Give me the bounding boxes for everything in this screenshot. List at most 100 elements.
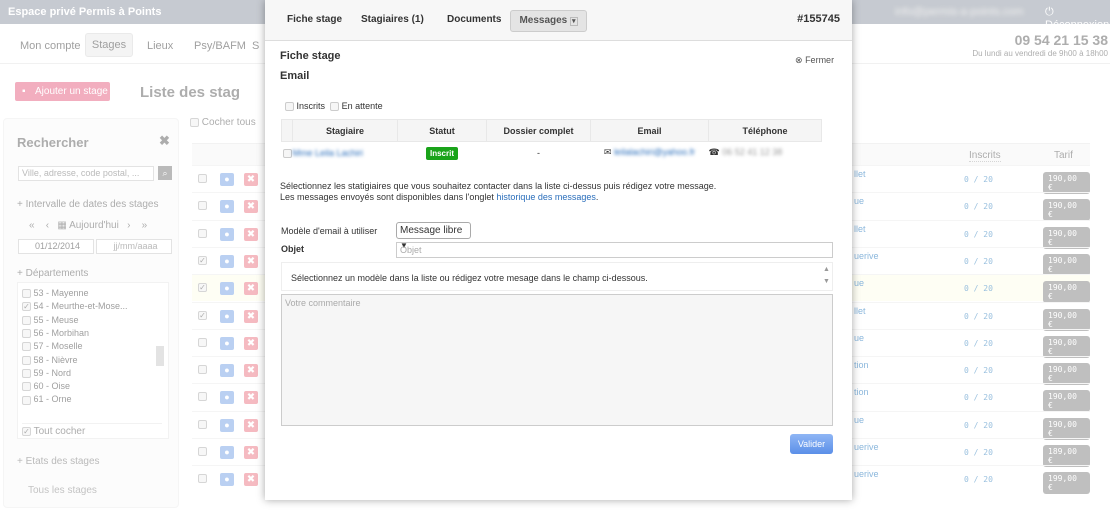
trainee-name[interactable]: Mme Leila Lachiri <box>293 148 364 158</box>
states-section-toggle[interactable]: + Etats des stages <box>17 456 100 467</box>
filter-en-attente[interactable]: En attente <box>330 101 383 112</box>
delete-icon[interactable]: ✖ <box>244 418 258 432</box>
delete-icon[interactable]: ✖ <box>244 254 258 268</box>
department-checkbox[interactable]: ✓ <box>22 302 31 312</box>
row-checkbox[interactable] <box>198 447 207 456</box>
template-select[interactable]: Message libre ▼ <box>396 222 471 250</box>
row-checkbox[interactable] <box>198 365 207 375</box>
lieu-link[interactable]: ue <box>854 278 864 288</box>
date-section-toggle[interactable]: + Intervalle de dates des stages <box>17 199 159 210</box>
department-item[interactable]: 55 - Meuse <box>22 315 79 325</box>
filter-inscrits[interactable]: Inscrits <box>285 101 325 112</box>
row-checkbox[interactable]: ✓ <box>198 310 207 320</box>
delete-icon[interactable]: ✖ <box>244 364 258 378</box>
lieu-link[interactable]: uerive <box>854 251 879 261</box>
row-checkbox[interactable] <box>198 419 207 429</box>
search-input[interactable]: Ville, adresse, code postal, ... <box>18 166 154 181</box>
row-checkbox[interactable] <box>198 228 207 238</box>
delete-icon[interactable]: ✖ <box>244 473 258 487</box>
check-all-stages[interactable]: Cocher tous <box>190 117 256 128</box>
add-stage-button[interactable]: ▪ Ajouter un stage <box>15 82 110 101</box>
user-icon[interactable]: ● <box>220 418 234 432</box>
delete-icon[interactable]: ✖ <box>244 173 258 186</box>
nav-mon-compte[interactable]: Mon compte <box>20 40 81 52</box>
delete-icon[interactable]: ✖ <box>244 227 258 241</box>
user-icon[interactable]: ● <box>220 336 234 350</box>
delete-icon[interactable]: ✖ <box>244 446 258 459</box>
delete-icon[interactable]: ✖ <box>244 200 258 214</box>
department-item[interactable]: 58 - Nièvre <box>22 355 78 365</box>
user-icon[interactable]: ● <box>220 391 234 405</box>
delete-icon[interactable]: ✖ <box>244 391 258 405</box>
row-checkbox[interactable] <box>198 201 207 211</box>
user-icon[interactable]: ● <box>220 446 234 459</box>
tab-messages[interactable]: Messages ▾ <box>510 10 587 32</box>
department-checkbox[interactable] <box>22 395 31 405</box>
trainee-email[interactable]: leilalachiri@yahoo.fr <box>614 147 695 157</box>
row-checkbox[interactable]: ✓ <box>198 255 207 265</box>
department-item[interactable]: 56 - Morbihan <box>22 328 89 339</box>
user-icon[interactable]: ● <box>220 309 234 323</box>
scrollbar-thumb[interactable] <box>156 346 164 366</box>
lieu-link[interactable]: llet <box>854 169 866 179</box>
nav-psy-bafm[interactable]: Psy/BAFM <box>194 40 246 52</box>
lieu-link[interactable]: llet <box>854 224 866 234</box>
lieu-link[interactable]: uerive <box>854 469 879 479</box>
lieu-link[interactable]: ue <box>854 415 864 425</box>
user-icon[interactable]: ● <box>220 227 234 241</box>
history-link[interactable]: historique des messages <box>496 192 596 202</box>
department-item[interactable]: 61 - Orne <box>22 394 72 405</box>
tab-documents[interactable]: Documents <box>447 14 501 25</box>
dept-check-all[interactable]: ✓ Tout cocher <box>22 423 162 437</box>
delete-icon[interactable]: ✖ <box>244 309 258 323</box>
lieu-link[interactable]: ue <box>854 196 864 206</box>
date-to-input[interactable]: jj/mm/aaaa <box>96 239 172 254</box>
lieu-link[interactable]: uerive <box>854 442 879 452</box>
all-stages-option[interactable]: Tous les stages <box>28 485 97 496</box>
prev-year[interactable]: « <box>29 220 35 231</box>
search-icon[interactable]: ⌕ <box>158 166 172 180</box>
row-checkbox[interactable] <box>282 148 292 158</box>
nav-lieux[interactable]: Lieux <box>147 40 173 52</box>
row-checkbox[interactable] <box>198 474 207 484</box>
user-icon[interactable]: ● <box>220 364 234 378</box>
nav-more[interactable]: S <box>252 40 259 52</box>
close-button[interactable]: ⊗ Fermer <box>795 55 834 66</box>
tab-stagiaires[interactable]: Stagiaires (1) <box>361 14 424 25</box>
dept-section-toggle[interactable]: + Départements <box>17 268 88 279</box>
department-checkbox[interactable] <box>22 355 31 365</box>
department-item[interactable]: 57 - Moselle <box>22 341 83 352</box>
department-checkbox[interactable] <box>22 289 31 299</box>
user-icon[interactable]: ● <box>220 473 234 487</box>
user-icon[interactable]: ● <box>220 173 234 186</box>
lieu-link[interactable]: ue <box>854 333 864 343</box>
department-checkbox[interactable] <box>22 329 31 339</box>
delete-icon[interactable]: ✖ <box>244 336 258 350</box>
info-scrollbar[interactable]: ▲ ▼ <box>823 264 830 288</box>
delete-icon[interactable]: ✖ <box>244 282 258 296</box>
close-icon[interactable]: ✖ <box>159 133 170 149</box>
lieu-link[interactable]: tion <box>854 360 869 370</box>
lieu-link[interactable]: llet <box>854 306 866 316</box>
comment-textarea[interactable]: Votre commentaire <box>281 294 833 426</box>
user-icon[interactable]: ● <box>220 282 234 296</box>
next-year[interactable]: » <box>142 220 148 231</box>
row-checkbox[interactable] <box>198 337 207 347</box>
user-icon[interactable]: ● <box>220 200 234 214</box>
row-checkbox[interactable] <box>198 174 207 183</box>
department-checkbox[interactable] <box>22 315 31 325</box>
row-checkbox[interactable]: ✓ <box>198 283 207 293</box>
department-item[interactable]: 53 - Mayenne <box>22 288 89 299</box>
department-item[interactable]: 59 - Nord <box>22 368 71 378</box>
date-from-input[interactable]: 01/12/2014 <box>18 239 94 254</box>
department-item[interactable]: 60 - Oise <box>22 381 70 392</box>
department-checkbox[interactable] <box>22 342 31 352</box>
today-button[interactable]: Aujourd'hui <box>69 220 119 231</box>
department-item[interactable]: ✓ 54 - Meurthe-et-Mose... <box>22 301 128 312</box>
user-icon[interactable]: ● <box>220 254 234 268</box>
lieu-link[interactable]: tion <box>854 387 869 397</box>
department-checkbox[interactable] <box>22 382 31 392</box>
next-month[interactable]: › <box>127 220 130 231</box>
department-checkbox[interactable] <box>22 368 31 378</box>
row-checkbox[interactable] <box>198 392 207 402</box>
